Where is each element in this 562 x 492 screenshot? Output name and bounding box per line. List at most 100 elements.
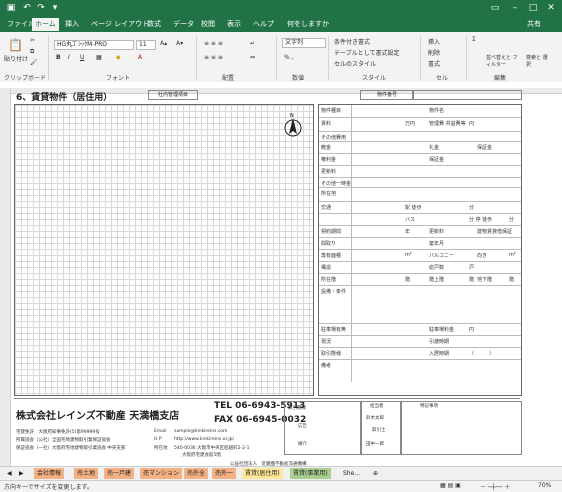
format-as-table-button[interactable]: テーブルとして書式設定 (334, 48, 399, 57)
property-row[interactable]: 所在地 (319, 187, 521, 202)
fill-color-icon[interactable]: ◆ (116, 54, 121, 61)
row-label: 交通 (321, 205, 332, 211)
customize-icon[interactable]: ▾ (50, 3, 60, 13)
tab-scroll-left-icon[interactable]: ◀ (4, 468, 15, 479)
tab-data[interactable]: データ (170, 18, 197, 31)
row-label-3: 保証金 (477, 145, 493, 151)
merge-center-icon[interactable]: ⇔ (250, 54, 255, 61)
tab-home[interactable]: ホーム (32, 18, 59, 31)
find-select-button[interactable]: 検索と 選択 (526, 54, 550, 68)
format-cells-button[interactable]: 書式 (428, 59, 440, 68)
ribbon-separator (328, 36, 329, 80)
number-format-select[interactable]: 文字列 (282, 38, 326, 48)
row-unit-2: 分 停 徒歩 (469, 217, 493, 223)
sheet-tab-rental-residential[interactable]: 賃貸(居住用) (242, 468, 283, 479)
font-shrink-icon[interactable]: A▾ (176, 40, 183, 47)
floor-plan-grid[interactable] (14, 104, 314, 396)
share-button[interactable]: 共有 (524, 18, 544, 31)
editing-group-label: 編集 (494, 75, 507, 82)
sheet-tab-company[interactable]: 会社情報 (34, 468, 65, 479)
sort-filter-button[interactable]: 並べ替えと フィルター (486, 54, 520, 68)
tab-help[interactable]: ヘルプ (250, 18, 277, 31)
email-label: Email (154, 429, 167, 434)
save-icon[interactable]: ▣ (6, 3, 16, 13)
sheet-tab-other-all[interactable]: 売外全 (184, 468, 209, 479)
sheet-tab-more[interactable]: She... (340, 468, 363, 479)
admin-item-box[interactable]: 社内管理項目 (148, 90, 198, 100)
cell-styles-button[interactable]: セルのスタイル (334, 59, 376, 68)
sheet-tab-rental-business[interactable]: 賃貸(事業用) (290, 468, 331, 479)
row-label-2: バルコニー (429, 253, 454, 259)
font-name-select[interactable]: HG丸ｺﾞｼｯｸM-PRO (54, 40, 134, 50)
tab-view[interactable]: 表示 (224, 18, 244, 31)
view-buttons[interactable]: ▦ ▤ ▣ (440, 482, 461, 489)
underline-icon[interactable]: U (80, 54, 84, 61)
association-text: 所属協会（公社）全国宅地建物取引業保証協会 (16, 438, 111, 443)
delete-cells-button[interactable]: 削除 (428, 48, 440, 57)
alignment-group-label: 配置 (222, 75, 235, 82)
italic-icon[interactable]: I (68, 54, 70, 61)
conditional-format-button[interactable]: 条件付き書式 (334, 37, 370, 46)
styles-group-label: スタイル (362, 75, 387, 82)
border-icon[interactable]: ▦ (96, 54, 102, 61)
undo-icon[interactable]: ↶ (22, 3, 32, 13)
staff-name-2: 田中一郎 (366, 442, 384, 447)
staff-label: 担当者 (370, 404, 384, 409)
wrap-text-icon[interactable]: ↵ (250, 40, 255, 47)
sheet-tab-house[interactable]: 売一戸建 (104, 468, 135, 479)
row-label-2: 管理費 共益費等 (429, 121, 466, 127)
currency-icon[interactable]: % , (284, 54, 294, 61)
autosum-icon[interactable]: Σ (472, 36, 476, 43)
sheet-tab-land[interactable]: 売土地 (74, 468, 99, 479)
insert-cells-button[interactable]: 挿入 (428, 37, 440, 46)
property-row[interactable]: 物件種目 物件名 (319, 105, 521, 117)
tab-insert[interactable]: 挿入 (62, 18, 82, 31)
row-divider (351, 105, 352, 117)
paste-button[interactable]: 貼り付け (4, 54, 28, 63)
row-headers[interactable] (0, 88, 11, 466)
property-row[interactable]: 備考 (319, 359, 521, 382)
close-icon[interactable]: ✕ (546, 3, 556, 13)
format-painter-icon[interactable]: 🖌 (30, 59, 38, 66)
property-row[interactable]: 賃料 万円 管理費 共益費等円 (319, 117, 521, 132)
font-color-icon[interactable]: A (138, 54, 142, 61)
redo-icon[interactable]: ↷ (36, 3, 46, 13)
tab-scroll-right-icon[interactable]: ▶ (16, 468, 27, 479)
tab-review[interactable]: 校閲 (198, 18, 218, 31)
maximize-icon[interactable]: □ (528, 3, 538, 13)
row-label: 取引態様 (321, 351, 342, 357)
tab-page-layout[interactable]: ページ レイアウト (88, 18, 152, 31)
zoom-level[interactable]: 70% (538, 482, 551, 489)
row-label: 所在地 (321, 191, 337, 197)
special-notes-box[interactable] (400, 401, 522, 455)
ribbon-separator (196, 36, 197, 80)
row-unit-2: 階 (469, 277, 475, 283)
font-size-select[interactable]: 11 (136, 40, 156, 50)
font-grow-icon[interactable]: A▴ (160, 40, 167, 47)
status-bar: 方向キーでサイズを変更します。 ▦ ▤ ▣ － ─┼── ＋ 70% (0, 480, 562, 492)
cut-icon[interactable]: ✂ (30, 37, 35, 44)
align-top-icon[interactable]: ≡ ≡ ≡ (204, 40, 223, 47)
property-number-value[interactable] (412, 90, 522, 100)
minimize-icon[interactable]: – (510, 3, 520, 13)
sheet-tab-bar: ◀ ▶ 会社情報 売土地 売一戸建 売マンション 売外全 売外一 賃貸(居住用)… (0, 466, 562, 481)
paste-icon[interactable]: 📋 (8, 38, 23, 52)
row-unit: バス (405, 217, 416, 223)
sheet-tab-mansion[interactable]: 売マンション (140, 468, 183, 479)
bold-icon[interactable]: B (56, 54, 61, 61)
tab-formulas[interactable]: 数式 (144, 18, 164, 31)
row-label-2: 物件名 (429, 108, 445, 114)
property-number-box[interactable]: 物件番号 (360, 90, 414, 100)
sheet-tab-other-one[interactable]: 売外一 (212, 468, 237, 479)
zoom-slider[interactable]: － ─┼── ＋ (480, 482, 510, 491)
align-left-icon[interactable]: ≡ ≡ ≡ (204, 54, 223, 61)
row-unit: 万円 (405, 121, 416, 127)
tell-me-search[interactable]: 何をしますか (284, 18, 332, 31)
property-row[interactable]: 設備・条件 (319, 285, 521, 324)
row-label: 設備・条件 (321, 289, 347, 295)
copy-icon[interactable]: ⧉ (30, 48, 34, 56)
add-sheet-icon[interactable]: ⊕ (370, 468, 381, 479)
ribbon-display-icon[interactable]: ▭ (490, 3, 500, 13)
row-divider (351, 118, 352, 132)
clipboard-group-label: クリップボード (4, 75, 47, 82)
